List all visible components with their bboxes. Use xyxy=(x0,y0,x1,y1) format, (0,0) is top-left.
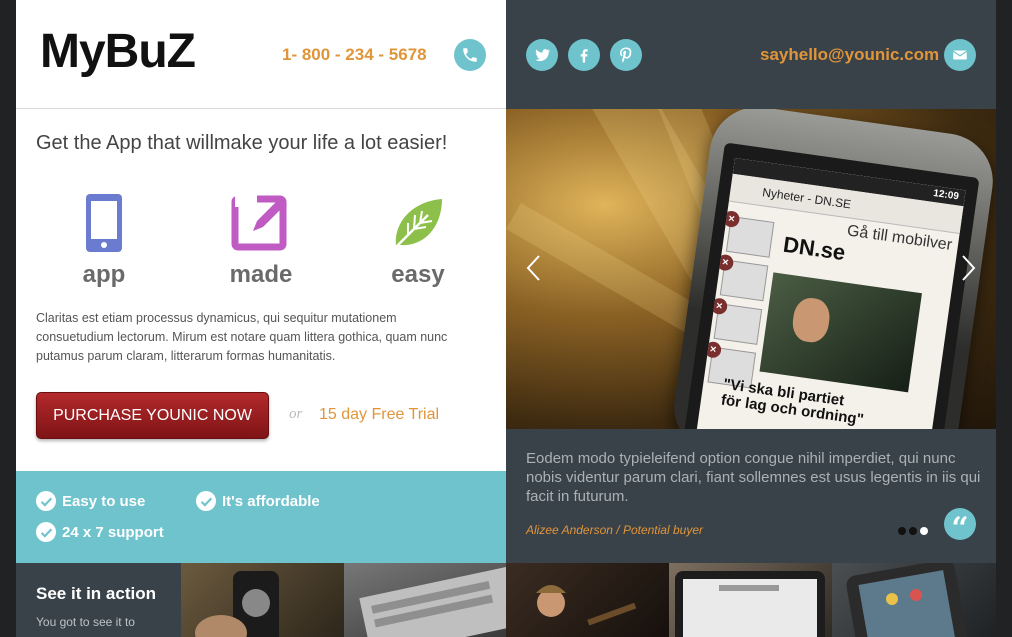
gallery-thumb-keyboard xyxy=(359,567,506,637)
feature-made: made xyxy=(196,193,326,289)
quote-icon: “ xyxy=(944,508,976,546)
check-icon xyxy=(36,522,56,542)
testimonial-pager xyxy=(898,527,928,535)
feature-label: app xyxy=(82,261,126,288)
hero-panel: Get the App that willmake your life a lo… xyxy=(16,109,506,471)
phone-screen: 12:09 Nyheter - DN.SE Gå till mobilver D… xyxy=(694,157,966,429)
testimonial-quote: Eodem modo typieleifend option congue ni… xyxy=(526,450,981,505)
hero-paragraph: Claritas est etiam processus dynamicus, … xyxy=(36,311,448,363)
phone-thumbnail: × xyxy=(716,253,769,302)
pager-dot[interactable] xyxy=(909,527,917,535)
phone-photo-face xyxy=(790,295,833,345)
purchase-button[interactable]: PURCHASE YOUNIC NOW xyxy=(36,392,269,439)
gallery-tile[interactable] xyxy=(832,563,996,637)
section-title: See it in action xyxy=(36,584,156,603)
email-link[interactable]: sayhello@younic.com xyxy=(760,45,939,65)
feature-easy: easy xyxy=(353,193,483,289)
header-left: MyBuZ 1- 800 - 234 - 5678 xyxy=(16,0,506,109)
gallery-tile[interactable] xyxy=(669,563,832,637)
logo[interactable]: MyBuZ xyxy=(40,24,196,79)
or-separator: or xyxy=(289,406,303,422)
twitter-icon[interactable] xyxy=(526,39,558,71)
slider-next-arrow[interactable] xyxy=(958,253,978,283)
edit-icon xyxy=(231,195,287,251)
right-margin xyxy=(996,0,1012,637)
phone-headline: "Vi ska bli partiet för lag och ordning" xyxy=(720,376,867,429)
phone-thumbnail: × xyxy=(722,210,775,258)
see-in-action-box: See it in action You got to see it to xyxy=(16,563,181,637)
phone-number: 1- 800 - 234 - 5678 xyxy=(282,45,427,64)
feature-check-label: 24 x 7 support xyxy=(62,523,164,541)
gallery-thumb-person xyxy=(536,585,637,626)
check-icon xyxy=(36,491,56,511)
header-right: sayhello@younic.com xyxy=(506,0,996,109)
close-icon: × xyxy=(716,253,735,272)
gallery-thumb-smartphone xyxy=(846,563,968,637)
phone-thumbnail: × xyxy=(710,297,763,345)
left-margin xyxy=(0,0,16,637)
pager-dot[interactable] xyxy=(898,527,906,535)
feature-label: easy xyxy=(391,261,445,288)
gallery-tile[interactable] xyxy=(181,563,344,637)
gallery-thumb-phone-hand xyxy=(195,571,279,637)
testimonial-author: Alizee Anderson / Potential buyer xyxy=(526,523,703,537)
gallery-thumb-tablet xyxy=(675,571,825,637)
pinterest-icon[interactable] xyxy=(610,39,642,71)
check-icon xyxy=(196,491,216,511)
gallery-tile[interactable] xyxy=(344,563,506,637)
leaf-icon xyxy=(391,199,442,252)
smartphone-icon xyxy=(86,194,122,252)
feature-app: app xyxy=(39,193,169,289)
phone-bezel: 12:09 Nyheter - DN.SE Gå till mobilver D… xyxy=(683,142,980,429)
features-bar: Easy to use It's affordable 24 x 7 suppo… xyxy=(16,471,506,563)
free-trial-link[interactable]: 15 day Free Trial xyxy=(319,406,439,424)
feature-check-item: Easy to use xyxy=(36,491,145,511)
feature-check-label: It's affordable xyxy=(222,492,320,510)
gallery-tile[interactable] xyxy=(506,563,669,637)
facebook-icon[interactable] xyxy=(568,39,600,71)
feature-check-item: 24 x 7 support xyxy=(36,522,164,542)
testimonial-panel: Eodem modo typieleifend option congue ni… xyxy=(506,429,996,563)
mail-icon[interactable] xyxy=(944,39,976,71)
close-icon: × xyxy=(704,340,723,359)
phone-icon[interactable] xyxy=(454,39,486,71)
pager-dot-active[interactable] xyxy=(920,527,928,535)
feature-check-item: It's affordable xyxy=(196,491,320,511)
slide-phone-image: 12:09 Nyheter - DN.SE Gå till mobilver D… xyxy=(668,109,996,429)
phone-photo xyxy=(759,272,922,393)
feature-label: made xyxy=(229,261,293,288)
section-text: You got to see it to xyxy=(36,615,135,629)
close-icon: × xyxy=(710,297,729,316)
hero-headline: Get the App that willmake your life a lo… xyxy=(36,132,448,154)
slider-prev-arrow[interactable] xyxy=(524,253,544,283)
image-slider: 12:09 Nyheter - DN.SE Gå till mobilver D… xyxy=(506,109,996,429)
feature-check-label: Easy to use xyxy=(62,492,146,510)
